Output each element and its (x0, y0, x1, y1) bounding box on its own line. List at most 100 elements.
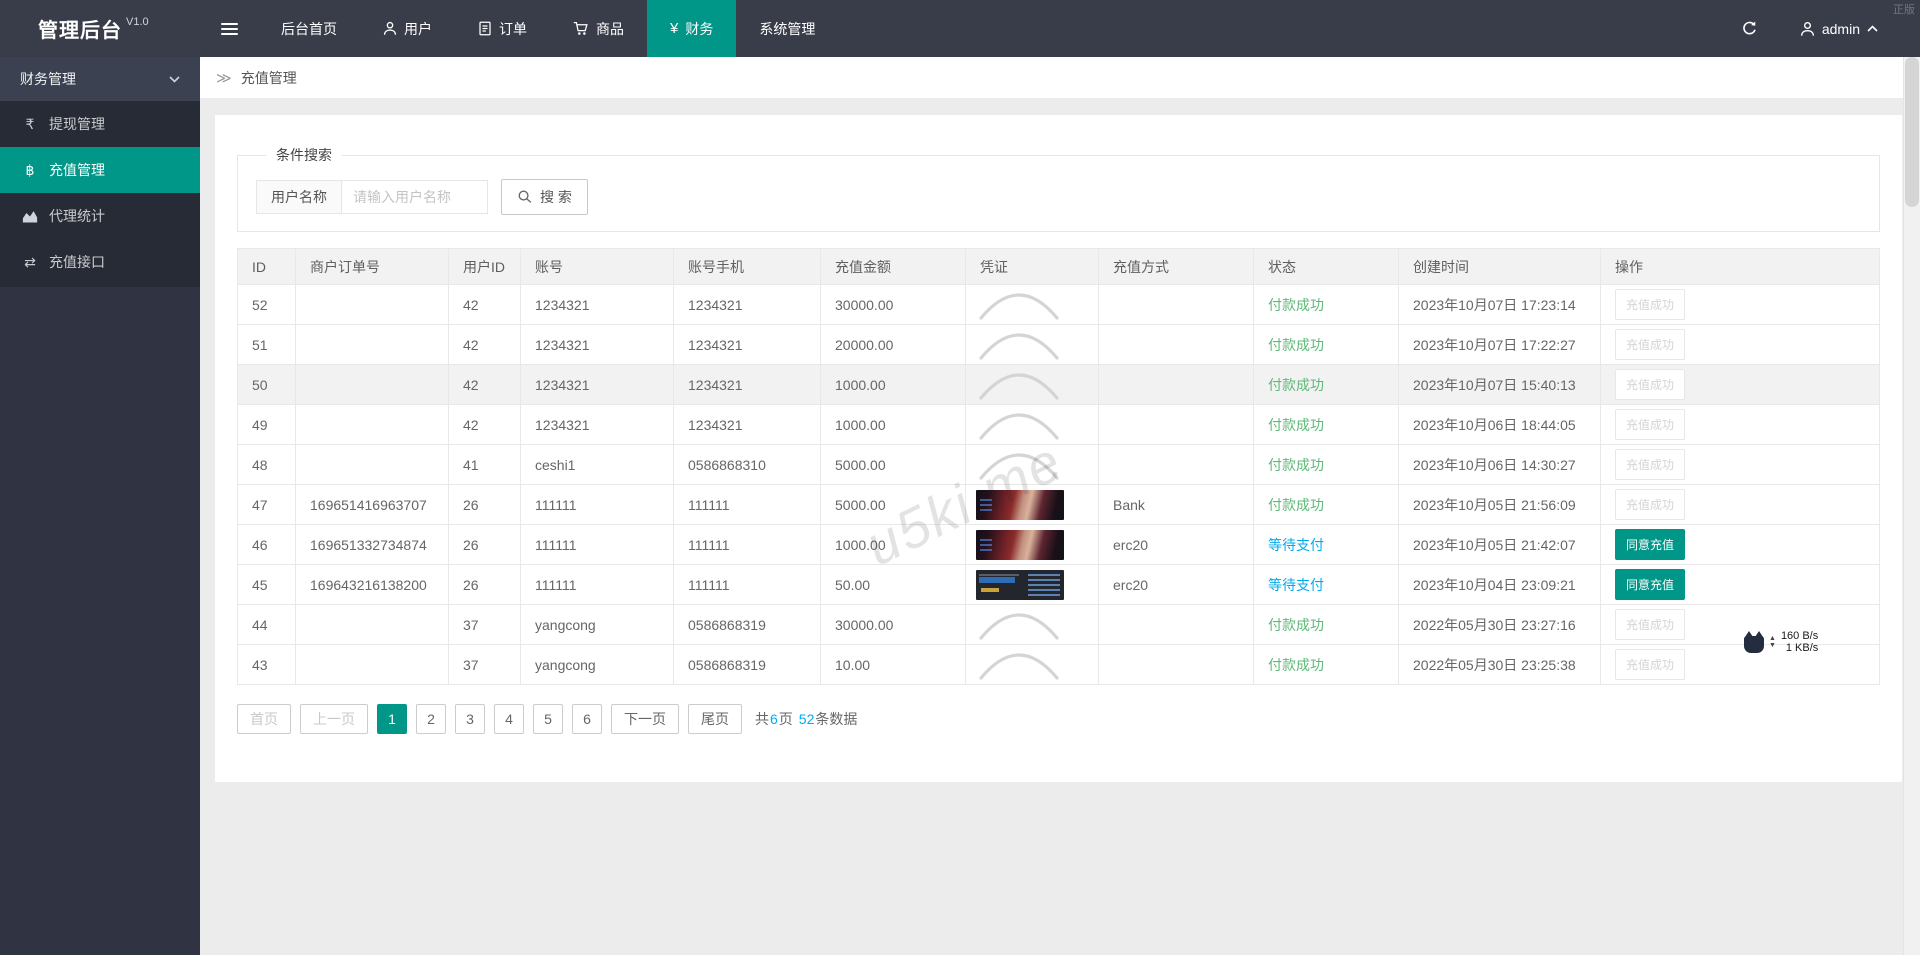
records-suffix: 条数据 (815, 711, 858, 727)
recharge-done-button: 充值成功 (1615, 329, 1686, 360)
nav-item-财务[interactable]: ¥ 财务 (647, 0, 737, 57)
cell-created: 2022年05月30日 23:27:16 (1398, 604, 1601, 645)
column-header: 账号手机 (673, 248, 821, 285)
cell-user-id: 42 (448, 364, 521, 405)
total-pages: 6 (770, 711, 778, 727)
nav-item-后台首页[interactable]: 后台首页 (258, 0, 360, 57)
voucher-image[interactable] (976, 529, 1064, 560)
pagination: 首页 上一页 1 2 3 4 5 6 下一页 尾页 共6页 52条数据 (237, 704, 1880, 734)
page-number-4[interactable]: 4 (494, 704, 524, 734)
cell-user-id: 42 (448, 404, 521, 445)
page-number-5[interactable]: 5 (533, 704, 563, 734)
username-input[interactable] (341, 180, 488, 214)
admin-menu[interactable]: admin (1800, 21, 1878, 37)
status-text: 付款成功 (1268, 376, 1324, 393)
top-bar: 管理后台 V1.0 后台首页 用户 订单 商品 ¥ 财务 系统管理 admin 正版 (0, 0, 1920, 57)
recharge-done-button: 充值成功 (1615, 489, 1686, 520)
voucher-image[interactable] (976, 569, 1064, 600)
page-number-6[interactable]: 6 (572, 704, 602, 734)
cell-account: 1234321 (520, 284, 674, 325)
cell-amount: 50.00 (820, 564, 966, 605)
table-row: 46 169651332734874 26 111111 111111 1000.00 er… (237, 524, 1880, 565)
cell-id: 44 (237, 604, 296, 645)
scrollbar-thumb[interactable] (1905, 57, 1919, 207)
cell-voucher (965, 644, 1099, 685)
status-text: 付款成功 (1268, 336, 1324, 353)
withdraw-icon: ₹ (25, 115, 35, 132)
cell-order-no (295, 324, 449, 365)
cell-method: erc20 (1098, 524, 1254, 565)
sidebar: 财务管理 ₹ 提现管理 ฿ 充值管理 代理统计 ⇄ 充值接口 (0, 57, 200, 955)
nav-item-label: 系统管理 (759, 20, 816, 37)
cell-status: 付款成功 (1253, 644, 1399, 685)
approve-recharge-button[interactable]: 同意充值 (1615, 529, 1686, 560)
cell-voucher (965, 404, 1099, 445)
sidebar-group-label: 财务管理 (20, 71, 76, 87)
sidebar-group-finance[interactable]: 财务管理 (0, 57, 200, 101)
recharge-done-button: 充值成功 (1615, 369, 1686, 400)
voucher-image[interactable] (976, 489, 1064, 520)
cell-id: 47 (237, 484, 296, 525)
sidebar-item-充值接口[interactable]: ⇄ 充值接口 (0, 239, 200, 285)
net-speed-values: 160 B/s 1 KB/s (1781, 630, 1818, 654)
cell-account: 1234321 (520, 324, 674, 365)
cell-created: 2023年10月06日 14:30:27 (1398, 444, 1601, 485)
cell-method (1098, 324, 1254, 365)
user-icon (383, 21, 397, 35)
cell-action: 充值成功 (1600, 444, 1880, 485)
sidebar-item-提现管理[interactable]: ₹ 提现管理 (0, 101, 200, 147)
cell-status: 付款成功 (1253, 324, 1399, 365)
cell-order-no (295, 604, 449, 645)
nav-item-用户[interactable]: 用户 (360, 0, 455, 57)
nav-item-订单[interactable]: 订单 (455, 0, 550, 57)
menu-toggle-button[interactable] (200, 0, 258, 57)
column-header: 状态 (1253, 248, 1399, 285)
refresh-icon (1743, 21, 1756, 35)
cell-user-id: 42 (448, 324, 521, 365)
cell-order-no: 169651332734874 (295, 524, 449, 565)
page-last-button[interactable]: 尾页 (688, 704, 742, 734)
cell-phone: 1234321 (673, 324, 821, 365)
cell-method (1098, 284, 1254, 325)
cell-method (1098, 444, 1254, 485)
cell-created: 2022年05月30日 23:25:38 (1398, 644, 1601, 685)
net-speed-monitor[interactable]: ▲ ▼ 160 B/s 1 KB/s (1744, 630, 1818, 654)
sidebar-item-label: 提现管理 (49, 116, 105, 132)
table-row: 49 42 1234321 1234321 1000.00 付款成功 2023年10月06日… (237, 404, 1880, 445)
sidebar-item-代理统计[interactable]: 代理统计 (0, 193, 200, 239)
page-next-button[interactable]: 下一页 (611, 704, 679, 734)
cell-phone: 0586868310 (673, 444, 821, 485)
search-icon (518, 190, 532, 203)
cell-amount: 30000.00 (820, 604, 966, 645)
status-text: 付款成功 (1268, 416, 1324, 433)
cell-status: 付款成功 (1253, 284, 1399, 325)
cell-amount: 20000.00 (820, 324, 966, 365)
cell-action: 充值成功 (1600, 404, 1880, 445)
nav-item-label: 用户 (404, 20, 432, 37)
cell-id: 50 (237, 364, 296, 405)
username-label: 用户名称 (256, 180, 341, 214)
nav-item-系统管理[interactable]: 系统管理 (736, 0, 838, 57)
approve-recharge-button[interactable]: 同意充值 (1615, 569, 1686, 600)
cell-user-id: 37 (448, 644, 521, 685)
cell-voucher (965, 564, 1099, 605)
cell-phone: 111111 (673, 484, 821, 525)
page-number-3[interactable]: 3 (455, 704, 485, 734)
cell-action: 同意充值 (1600, 564, 1880, 605)
cell-order-no: 169651416963707 (295, 484, 449, 525)
page-number-2[interactable]: 2 (416, 704, 446, 734)
recharge-done-button: 充值成功 (1615, 649, 1686, 680)
column-header: ID (237, 248, 296, 285)
sidebar-item-充值管理[interactable]: ฿ 充值管理 (0, 147, 200, 193)
nav-item-商品[interactable]: 商品 (550, 0, 647, 57)
search-button-label: 搜 索 (540, 189, 572, 205)
cell-user-id: 26 (448, 564, 521, 605)
user-icon (1800, 21, 1814, 36)
cell-phone: 1234321 (673, 404, 821, 445)
column-header: 操作 (1600, 248, 1880, 285)
cell-amount: 1000.00 (820, 524, 966, 565)
page-number-1[interactable]: 1 (377, 704, 407, 734)
cell-account: 1234321 (520, 404, 674, 445)
refresh-button[interactable] (1741, 20, 1758, 37)
search-button[interactable]: 搜 索 (501, 179, 588, 215)
